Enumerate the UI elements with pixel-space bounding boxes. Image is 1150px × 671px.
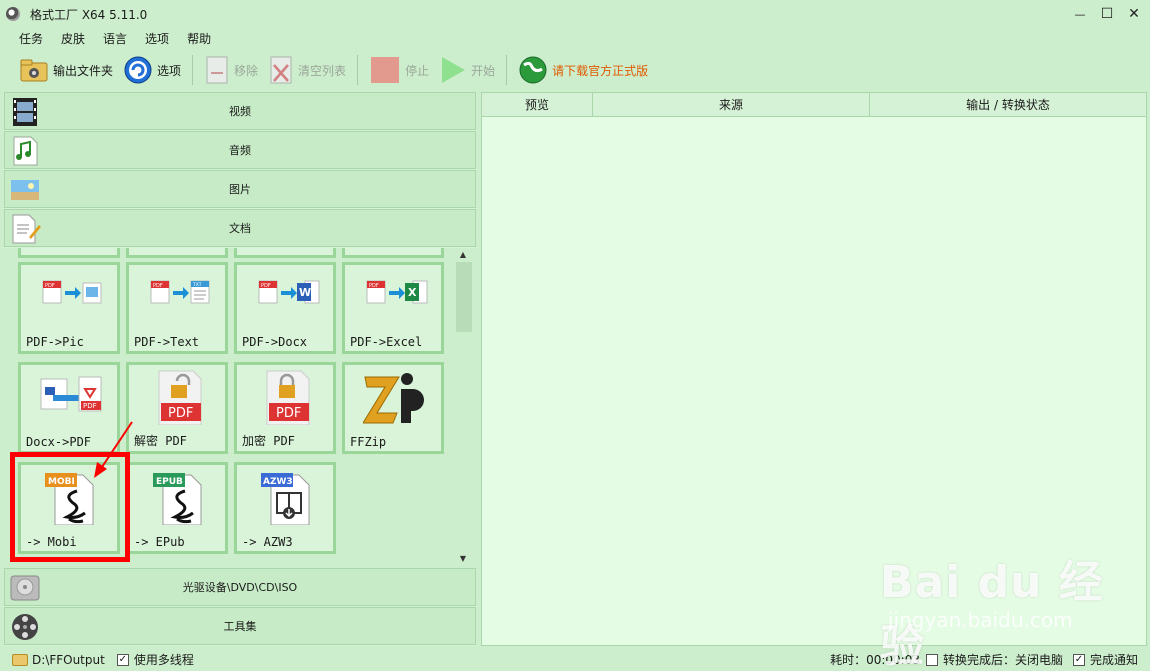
tools-reel-icon: [12, 614, 38, 640]
pdf-to-picture-icon: PDF: [42, 280, 102, 304]
close-button[interactable]: ✕: [1120, 0, 1148, 28]
column-output-status[interactable]: 输出 / 转换状态: [870, 93, 1146, 117]
play-icon: [442, 57, 466, 83]
azw3-book-icon: AZW3: [261, 473, 310, 525]
disc-drive-icon: [10, 575, 40, 601]
pdf-to-word-icon: PDF W: [258, 280, 320, 304]
epub-book-icon: EPUB: [153, 473, 202, 525]
category-tools[interactable]: 工具集: [4, 607, 476, 645]
tile-pdf-to-pic[interactable]: PDF PDF->Pic: [18, 262, 120, 354]
lock-pdf-icon: PDF: [266, 370, 310, 425]
svg-text:EPUB: EPUB: [156, 477, 183, 487]
menu-task[interactable]: 任务: [10, 30, 52, 47]
remove-icon: [206, 56, 228, 84]
title-bar: 格式工厂 X64 5.11.0 — ☐ ✕: [0, 0, 1150, 28]
svg-text:PDF: PDF: [83, 402, 97, 410]
svg-text:PDF: PDF: [45, 283, 55, 289]
gear-icon: [124, 56, 152, 84]
remove-button[interactable]: 移除: [199, 53, 263, 87]
tile-docx-to-pdf[interactable]: PDF Docx->PDF: [18, 362, 120, 454]
window-title: 格式工厂 X64 5.11.0: [30, 7, 148, 22]
toolbar-separator: [506, 55, 508, 85]
globe-icon: [519, 56, 547, 84]
output-folder-icon[interactable]: [12, 653, 28, 666]
menu-options[interactable]: 选项: [136, 30, 178, 47]
tile-pdf-to-excel[interactable]: PDF X PDF->Excel: [342, 262, 444, 354]
output-folder-button[interactable]: 输出文件夹: [14, 53, 118, 87]
menu-bar: 任务 皮肤 语言 选项 帮助: [0, 28, 1150, 48]
tile-ffzip[interactable]: FFZip: [342, 362, 444, 454]
minimize-button[interactable]: —: [1066, 0, 1094, 28]
svg-text:AZW3: AZW3: [263, 477, 293, 487]
watermark-url: jingyan.baidu.com: [888, 608, 1073, 632]
toolbar-separator: [192, 55, 194, 85]
tile-to-azw3[interactable]: AZW3 -> AZW3: [234, 462, 336, 554]
svg-text:PDF: PDF: [168, 406, 193, 421]
category-audio[interactable]: 音频: [4, 131, 476, 169]
menu-help[interactable]: 帮助: [178, 30, 220, 47]
highlight-box: [10, 452, 130, 562]
column-source[interactable]: 来源: [593, 93, 870, 117]
zip-icon: [363, 373, 424, 424]
category-panel: 视频 音频 图片 文档 PDF PDF->Pic PDF TXT PDF->Te…: [4, 92, 476, 646]
category-image[interactable]: 图片: [4, 170, 476, 208]
tile-partial: [342, 248, 444, 258]
unlock-pdf-icon: PDF: [158, 370, 202, 425]
output-path[interactable]: D:\FFOutput: [32, 653, 105, 667]
pdf-to-excel-icon: PDF X: [366, 280, 428, 304]
toolbar-separator: [357, 55, 359, 85]
baidu-watermark: Bai du 经验 jingyan.baidu.com: [880, 546, 1140, 671]
stop-icon: [371, 57, 400, 83]
svg-text:PDF: PDF: [261, 283, 271, 289]
official-download-button[interactable]: 请下载官方正式版: [513, 53, 653, 87]
stop-button[interactable]: 停止: [364, 53, 434, 87]
tile-partial: [126, 248, 228, 258]
picture-icon: [11, 180, 39, 200]
tile-encrypt-pdf[interactable]: PDF 加密 PDF: [234, 362, 336, 454]
tile-to-epub[interactable]: EPUB -> EPub: [126, 462, 228, 554]
tile-pdf-to-text[interactable]: PDF TXT PDF->Text: [126, 262, 228, 354]
scroll-up-icon[interactable]: ▲: [457, 250, 469, 259]
maximize-button[interactable]: ☐: [1093, 0, 1121, 28]
film-icon: [13, 98, 37, 126]
svg-text:PDF: PDF: [369, 283, 379, 289]
scroll-down-icon[interactable]: ▼: [457, 554, 469, 563]
word-to-pdf-icon: PDF: [40, 376, 102, 412]
clear-list-icon: [270, 56, 292, 84]
tile-partial: [18, 248, 120, 258]
tile-decrypt-pdf[interactable]: PDF 解密 PDF: [126, 362, 228, 454]
music-note-icon: [13, 136, 38, 166]
document-icon: [12, 214, 41, 244]
svg-text:PDF: PDF: [276, 406, 301, 421]
category-video[interactable]: 视频: [4, 92, 476, 130]
folder-icon: [20, 59, 48, 82]
scroll-thumb[interactable]: [456, 262, 472, 332]
category-disc[interactable]: 光驱设备\DVD\CD\ISO: [4, 568, 476, 606]
clear-list-button[interactable]: 清空列表: [263, 53, 351, 87]
menu-language[interactable]: 语言: [94, 30, 136, 47]
svg-text:TXT: TXT: [192, 282, 202, 288]
app-icon: [6, 7, 20, 21]
svg-text:PDF: PDF: [153, 283, 163, 289]
svg-text:W: W: [299, 286, 311, 299]
svg-text:X: X: [408, 286, 417, 299]
multithread-label: 使用多线程: [133, 653, 194, 667]
tile-pdf-to-docx[interactable]: PDF W PDF->Docx: [234, 262, 336, 354]
start-button[interactable]: 开始: [434, 53, 500, 87]
multithread-checkbox[interactable]: ✓: [116, 653, 129, 666]
category-document[interactable]: 文档: [4, 209, 476, 247]
tile-partial: [234, 248, 336, 258]
menu-skin[interactable]: 皮肤: [52, 30, 94, 47]
tile-scrollbar[interactable]: ▲ ▼: [453, 248, 473, 568]
pdf-to-text-icon: PDF TXT: [150, 280, 210, 304]
column-preview[interactable]: 预览: [482, 93, 593, 117]
toolbar: 输出文件夹 选项 移除 清空列表 停止 开始 请下载官方正式版: [0, 50, 1150, 90]
options-button[interactable]: 选项: [118, 53, 186, 87]
